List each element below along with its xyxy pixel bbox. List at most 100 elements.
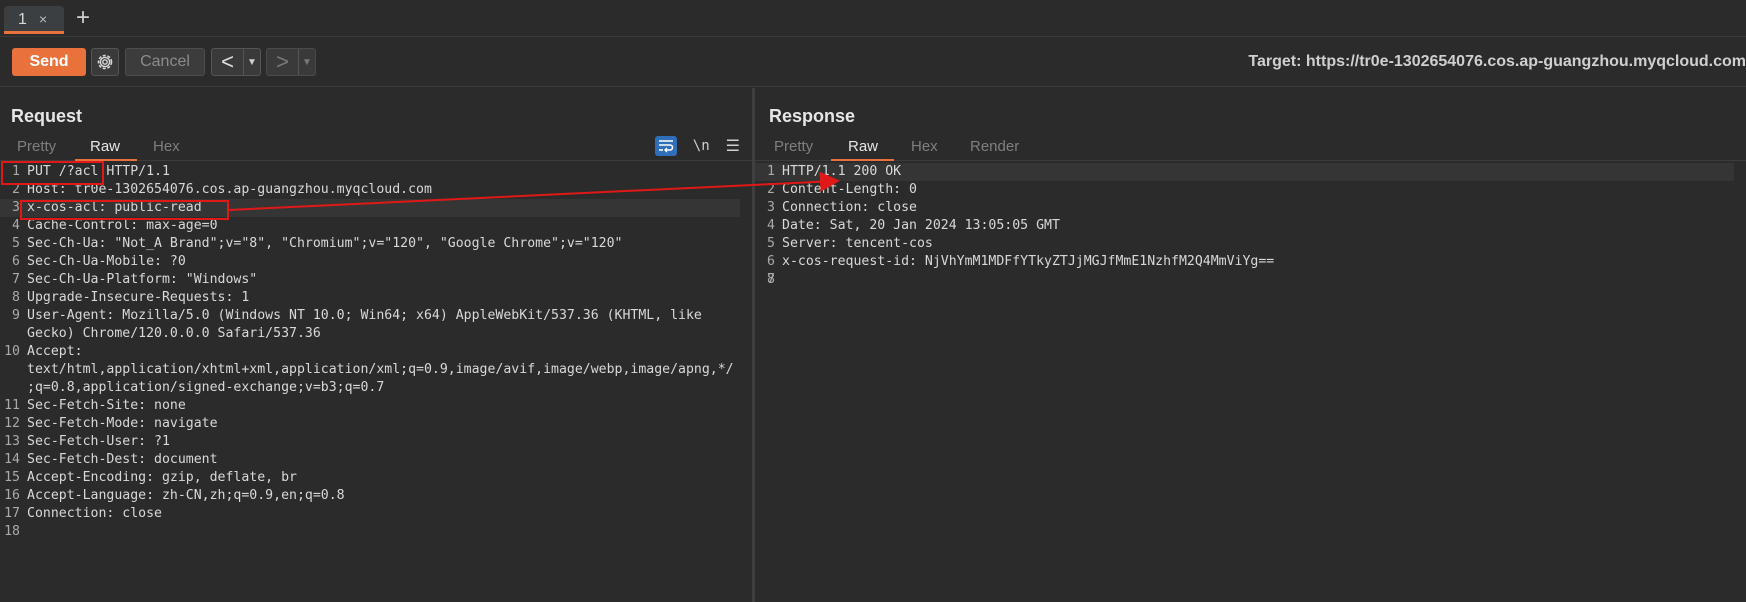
response-panel: Response Pretty Raw Hex Render 1 HTTP/1.1… bbox=[755, 88, 1746, 602]
line-text: Sec-Fetch-Site: none bbox=[27, 398, 186, 413]
line-text: Connection: close bbox=[782, 200, 917, 215]
code-line[interactable]: 1 HTTP/1.1 200 OK bbox=[755, 163, 1734, 181]
line-text: x-cos-acl: public-read bbox=[27, 200, 202, 215]
line-text: x-cos-request-id: NjVhYmM1MDFfYTkyZTJjMG… bbox=[782, 254, 1275, 269]
line-number: 3 bbox=[767, 200, 775, 215]
wrap-icon bbox=[658, 140, 674, 153]
line-number: 17 bbox=[4, 506, 20, 521]
tab-1[interactable]: 1 × bbox=[4, 6, 64, 34]
code-line[interactable]: 2 Content-Length: 0 bbox=[755, 181, 1746, 199]
line-number: 7 bbox=[12, 272, 20, 287]
tab-close-icon[interactable]: × bbox=[39, 11, 47, 27]
line-text: Sec-Fetch-User: ?1 bbox=[27, 434, 170, 449]
tab-render[interactable]: Render bbox=[970, 138, 1019, 155]
line-text: Sec-Ch-Ua-Mobile: ?0 bbox=[27, 254, 186, 269]
response-view-tabs: Pretty Raw Hex Render bbox=[755, 135, 1746, 161]
request-view-tabs: Pretty Raw Hex bbox=[0, 135, 752, 161]
code-line[interactable]: 3 Connection: close bbox=[755, 199, 1746, 217]
line-number: 1 bbox=[12, 164, 20, 179]
active-tab-indicator bbox=[75, 159, 137, 161]
line-number: 2 bbox=[767, 182, 775, 197]
line-number: 18 bbox=[4, 524, 20, 539]
line-text: Sec-Ch-Ua-Platform: "Windows" bbox=[27, 272, 258, 287]
line-text: Connection: close bbox=[27, 506, 162, 521]
settings-button[interactable] bbox=[91, 48, 119, 76]
line-continuation: ;q=0.8,application/signed-exchange;v=b3;… bbox=[27, 380, 385, 395]
line-text: Content-Length: 0 bbox=[782, 182, 917, 197]
line-text: User-Agent: Mozilla/5.0 (Windows NT 10.0… bbox=[27, 308, 702, 323]
code-line[interactable]: 3 x-cos-acl: public-read bbox=[0, 199, 740, 217]
line-text: Upgrade-Insecure-Requests: 1 bbox=[27, 290, 250, 305]
send-button[interactable]: Send bbox=[12, 48, 86, 76]
line-number: 2 bbox=[12, 182, 20, 197]
line-number: 4 bbox=[767, 218, 775, 233]
line-text: Sec-Fetch-Mode: navigate bbox=[27, 416, 218, 431]
new-tab-button[interactable]: + bbox=[76, 5, 90, 31]
forward-nav-group: > ▼ bbox=[266, 48, 316, 76]
code-line[interactable]: 4 Cache-Control: max-age=0 bbox=[0, 217, 752, 235]
line-number: 16 bbox=[4, 488, 20, 503]
code-line[interactable]: 11 Sec-Fetch-Site: none bbox=[0, 397, 752, 415]
tab-pretty[interactable]: Pretty bbox=[774, 138, 813, 155]
line-text: Accept-Encoding: gzip, deflate, br bbox=[27, 470, 297, 485]
line-number: 14 bbox=[4, 452, 20, 467]
line-number: 6 bbox=[767, 254, 775, 269]
back-nav-group: < ▼ bbox=[211, 48, 261, 76]
tab-hex[interactable]: Hex bbox=[911, 138, 938, 155]
code-line[interactable]: 1 PUT /?acl HTTP/1.1 bbox=[0, 163, 752, 181]
code-line[interactable]: 14 Sec-Fetch-Dest: document bbox=[0, 451, 752, 469]
newline-toggle[interactable]: \n bbox=[693, 138, 710, 154]
target-host[interactable]: Target: https://tr0e-1302654076.cos.ap-g… bbox=[1248, 53, 1746, 71]
response-editor[interactable]: 1 HTTP/1.1 200 OK 2 Content-Length: 0 3 Conne… bbox=[755, 163, 1746, 287]
line-number: 5 bbox=[767, 236, 775, 251]
code-line[interactable]: 15 Accept-Encoding: gzip, deflate, br bbox=[0, 469, 752, 487]
line-number: 6 bbox=[12, 254, 20, 269]
forward-button[interactable]: > bbox=[267, 49, 299, 75]
code-line[interactable]: 2 Host: tr0e-1302654076.cos.ap-guangzhou.… bbox=[0, 181, 752, 199]
code-line[interactable]: 4 Date: Sat, 20 Jan 2024 13:05:05 GMT bbox=[755, 217, 1746, 235]
code-line[interactable]: 12 Sec-Fetch-Mode: navigate bbox=[0, 415, 752, 433]
menu-icon[interactable]: ☰ bbox=[726, 136, 740, 156]
code-line[interactable]: 7 Sec-Ch-Ua-Platform: "Windows" bbox=[0, 271, 752, 289]
line-text: Server: tencent-cos bbox=[782, 236, 933, 251]
code-line[interactable]: 9 User-Agent: Mozilla/5.0 (Windows NT 10.… bbox=[0, 307, 752, 343]
line-text: Accept: bbox=[27, 344, 83, 359]
code-line[interactable]: 6 Sec-Ch-Ua-Mobile: ?0 bbox=[0, 253, 752, 271]
response-title: Response bbox=[769, 106, 856, 126]
line-number: 12 bbox=[4, 416, 20, 431]
code-line[interactable]: 17 Connection: close bbox=[0, 505, 752, 523]
cancel-button[interactable]: Cancel bbox=[125, 48, 205, 76]
line-text: Sec-Ch-Ua: "Not_A Brand";v="8", "Chromiu… bbox=[27, 236, 623, 251]
line-number: 5 bbox=[12, 236, 20, 251]
code-line[interactable]: 5 Sec-Ch-Ua: "Not_A Brand";v="8", "Chromi… bbox=[0, 235, 752, 253]
code-line[interactable]: 6 x-cos-request-id: NjVhYmM1MDFfYTkyZTJjM… bbox=[755, 253, 1746, 271]
tab-hex[interactable]: Hex bbox=[153, 138, 180, 155]
line-number: 3 bbox=[12, 200, 20, 215]
tab-pretty[interactable]: Pretty bbox=[17, 138, 56, 155]
code-line[interactable]: 8 Upgrade-Insecure-Requests: 1 bbox=[0, 289, 752, 307]
active-tab-indicator bbox=[831, 159, 894, 161]
wrap-lines-toggle[interactable] bbox=[654, 136, 677, 156]
code-line[interactable]: 13 Sec-Fetch-User: ?1 bbox=[0, 433, 752, 451]
forward-history-dropdown[interactable]: ▼ bbox=[299, 49, 315, 75]
toolbar: Send Cancel < ▼ > ▼ Target: https://tr0e… bbox=[0, 37, 1746, 87]
gear-icon bbox=[97, 54, 113, 70]
line-number: 10 bbox=[4, 344, 20, 359]
back-button[interactable]: < bbox=[212, 49, 244, 75]
line-text: HTTP/1.1 200 OK bbox=[782, 164, 902, 179]
back-history-dropdown[interactable]: ▼ bbox=[244, 49, 260, 75]
line-text: Sec-Fetch-Dest: document bbox=[27, 452, 218, 467]
target-prefix: Target: bbox=[1248, 53, 1306, 70]
request-panel: Request Pretty Raw Hex \n ☰ 1 PUT /?acl H… bbox=[0, 88, 752, 602]
editor-options: \n ☰ bbox=[654, 136, 740, 156]
request-editor[interactable]: 1 PUT /?acl HTTP/1.1 2 Host: tr0e-130265407… bbox=[0, 163, 752, 539]
code-line[interactable]: 10 Accept: text/html,application/xhtml+xml… bbox=[0, 343, 752, 397]
code-line[interactable]: 5 Server: tencent-cos bbox=[755, 235, 1746, 253]
line-number: 8 bbox=[12, 290, 20, 305]
line-text: Cache-Control: max-age=0 bbox=[27, 218, 218, 233]
tab-raw[interactable]: Raw bbox=[848, 138, 878, 155]
code-line[interactable]: 16 Accept-Language: zh-CN,zh;q=0.9,en;q=0… bbox=[0, 487, 752, 505]
line-number: 15 bbox=[4, 470, 20, 485]
tab-raw[interactable]: Raw bbox=[90, 138, 120, 155]
line-continuation: Gecko) Chrome/120.0.0.0 Safari/537.36 bbox=[27, 326, 321, 341]
